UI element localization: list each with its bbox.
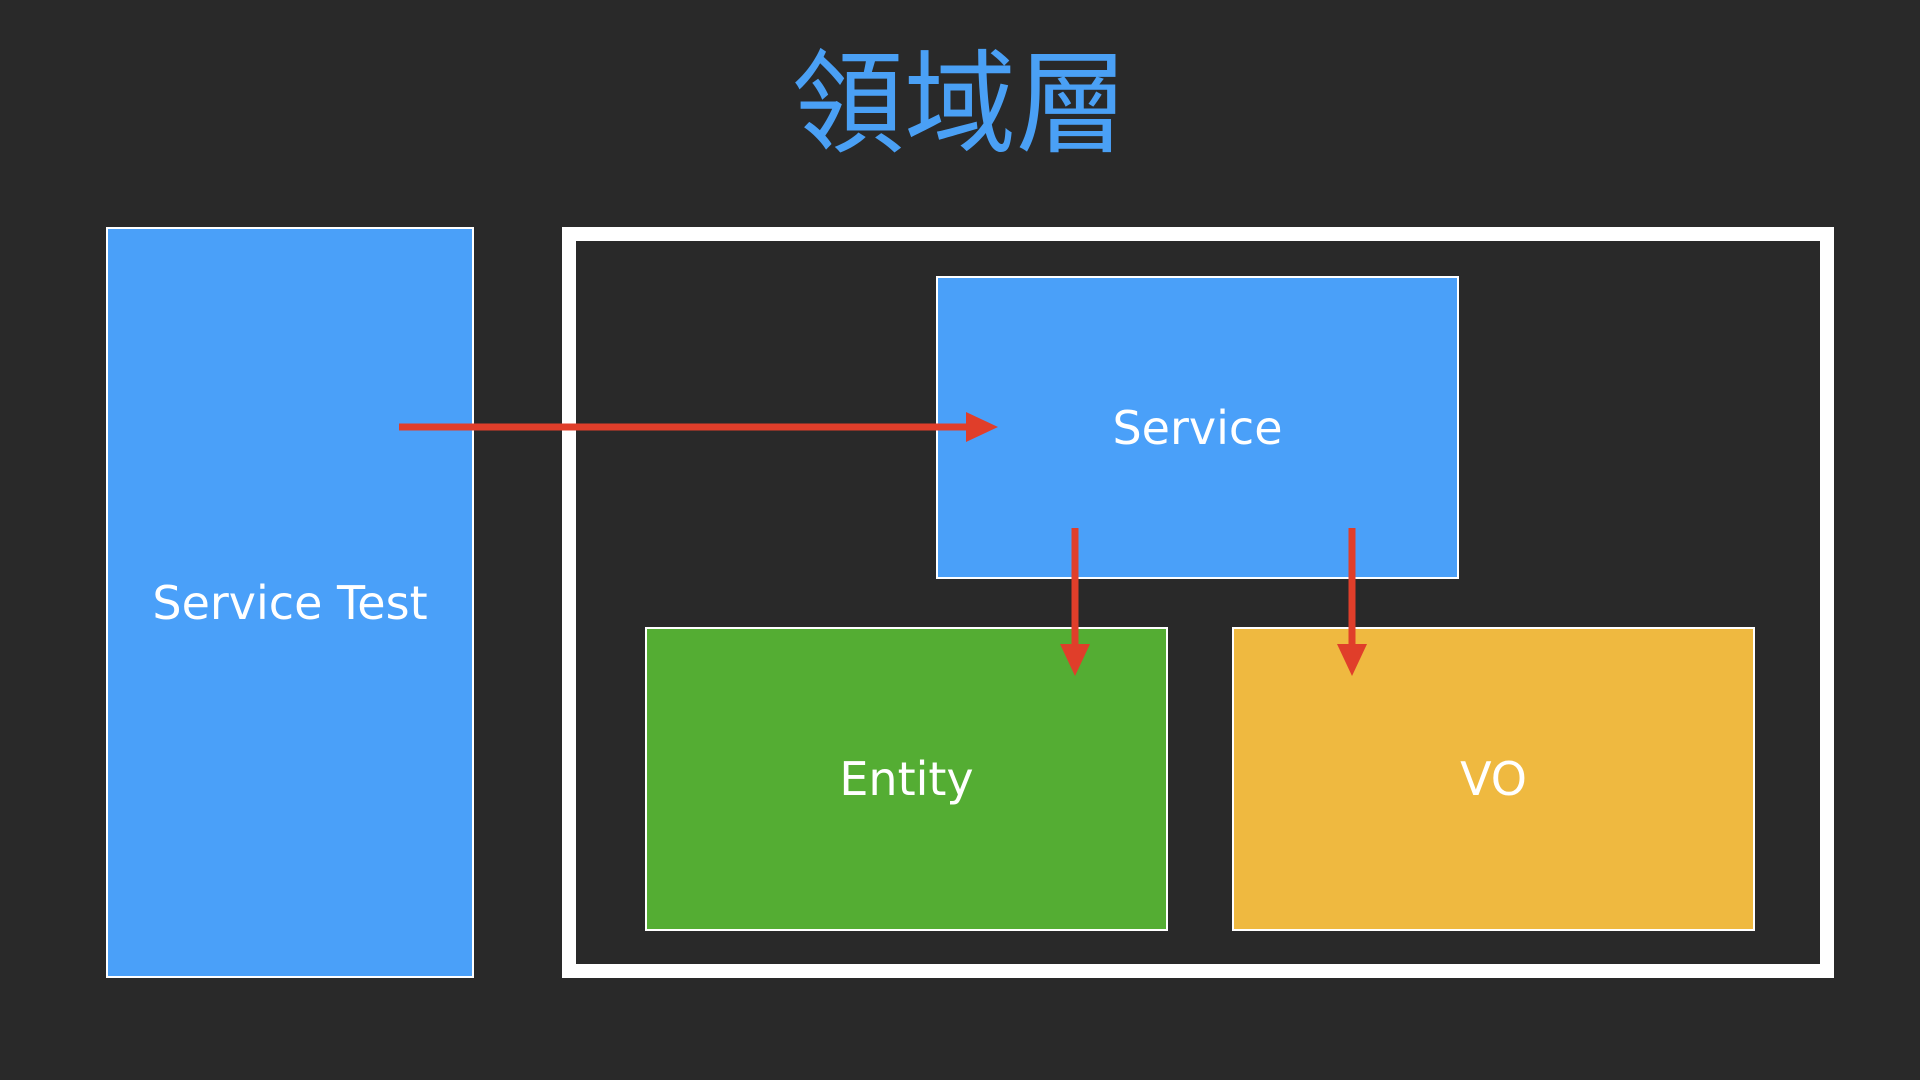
vo-box: VO xyxy=(1232,627,1755,931)
entity-label: Entity xyxy=(839,752,974,806)
service-label: Service xyxy=(1112,400,1283,455)
entity-box: Entity xyxy=(645,627,1168,931)
diagram-canvas: 領域層 Service Test Service Entity VO xyxy=(0,0,1920,1080)
service-test-box: Service Test xyxy=(106,227,474,978)
vo-label: VO xyxy=(1460,752,1527,806)
service-test-label: Service Test xyxy=(152,575,428,630)
diagram-title: 領域層 xyxy=(792,40,1128,170)
service-box: Service xyxy=(936,276,1459,579)
